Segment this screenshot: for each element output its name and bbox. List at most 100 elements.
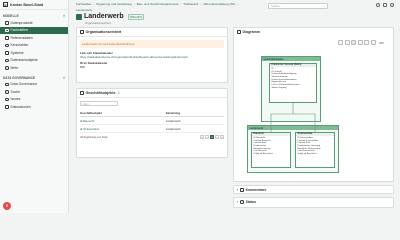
entity-field: Projektstatus <box>253 145 267 147</box>
search-input[interactable]: Suche... ⌕ <box>268 3 328 9</box>
page-button[interactable]: 1 <box>210 135 214 139</box>
chart-icon <box>5 43 9 47</box>
sidebar-item-issues[interactable]: Issues <box>0 96 68 104</box>
status-title: Status <box>245 200 257 204</box>
last-page-button[interactable]: » <box>220 135 224 139</box>
entity-field: Vorstossnummer <box>271 76 288 78</box>
sidebar-item-systeme[interactable]: Systeme <box>0 49 68 57</box>
sidebar-item-datenbankobjekte[interactable]: Datenbankobjekte <box>0 57 68 65</box>
object-link[interactable]: ⊕ Baurecht <box>80 116 166 125</box>
filter-input[interactable]: Filter... <box>80 101 118 106</box>
comments-card[interactable]: › Kommentare <box>233 185 394 194</box>
bell-icon[interactable] <box>376 3 380 7</box>
sidebar-item-label: Diskussionen <box>10 104 31 109</box>
section-models[interactable]: MODELLE ˄ <box>0 10 68 19</box>
status-card[interactable]: › Status <box>233 197 394 208</box>
zoom-in-icon[interactable] <box>370 40 376 45</box>
next-page-button[interactable]: › <box>215 135 219 139</box>
entity-field: Laufzeit Start <box>253 142 267 145</box>
status-header[interactable]: › Status <box>234 198 393 206</box>
diagram-header: Diagramm <box>234 28 393 36</box>
entity-field: Projektstatus Linienzug <box>297 145 321 147</box>
breadcrumb-item[interactable]: Allmendverwaltung (AV) <box>203 2 235 7</box>
first-page-button[interactable]: « <box>200 135 204 139</box>
breadcrumb-item[interactable]: Fachstellen <box>76 2 91 7</box>
database-icon <box>5 58 9 62</box>
page-size-select[interactable]: 20 Ergebnisse pro Seite <box>80 136 108 139</box>
layout-icon[interactable] <box>351 40 356 45</box>
search-icon: ⌕ <box>323 4 325 8</box>
business-objects-title: Geschäftsobjekte <box>85 91 116 95</box>
outer-group-label: Geschäftsobjekte <box>262 57 320 62</box>
business-objects-header: Geschäftsobjekte 3 <box>77 89 227 98</box>
fit-icon[interactable] <box>338 40 343 45</box>
sidebar-item-suche[interactable]: Suche <box>0 88 68 96</box>
sidebar-item-label: Mehr <box>10 65 19 70</box>
diagram-canvas[interactable]: Geschäftsobjekte Politischer Vorstoß (St… <box>237 48 390 178</box>
id-value: 848 <box>80 65 85 69</box>
entity-politischer-vorstoss[interactable]: Politischer Vorstoß (Stein) ID ID Vorsto… <box>269 63 317 103</box>
sidebar-item-datenprodukte[interactable]: Datenprodukte <box>0 19 68 27</box>
breadcrumb-item[interactable]: Landerwerb <box>76 8 92 13</box>
grid-icon[interactable] <box>357 40 363 45</box>
search-placeholder: Suche... <box>271 4 283 8</box>
breadcrumb-item[interactable]: Tiefbauamt <box>183 2 198 7</box>
sidebar-item-data-governance[interactable]: Data Governance <box>0 81 68 89</box>
diagram-title: Diagramm <box>242 30 261 34</box>
entity-field: ID Strassenlinie <box>297 136 313 139</box>
expand-icon[interactable] <box>344 40 350 45</box>
column-header[interactable]: Sammlung <box>165 109 224 117</box>
cube-icon <box>80 91 84 95</box>
collection-cell: Landerwerb <box>165 124 224 133</box>
top-icons <box>376 3 394 7</box>
breadcrumb-item[interactable]: Regierung und Verwaltung <box>96 2 131 7</box>
breadcrumb-item[interactable]: Bau- und Verkehrsdepartement <box>137 2 179 7</box>
entity-strassenlinie[interactable]: Strassenlinie ID Strassenlinie Laufzeit … <box>295 132 335 168</box>
entity-baurecht[interactable]: Baurecht ID Baurecht Laufzeit Baurecht L… <box>251 132 291 168</box>
chat-icon <box>5 105 9 109</box>
brand-name: Kanton Basel-Stadt <box>10 2 44 7</box>
section-governance[interactable]: DATA GOVERNANCE ˄ <box>0 72 68 81</box>
sidebar-item-label: Datenbankobjekte <box>10 58 38 63</box>
logo: B <box>3 2 8 7</box>
sidebar-item-diskussionen[interactable]: Diskussionen <box>0 103 68 111</box>
building-icon <box>76 13 82 20</box>
avatar[interactable]: B <box>3 202 11 210</box>
settings-icon[interactable] <box>383 3 387 7</box>
section-models-label: MODELLE <box>3 14 19 18</box>
business-objects-card: Geschäftsobjekte 3 Filter... Geschäftsob… <box>76 88 228 158</box>
landerwerb-group-label: Landerwerb <box>248 126 338 131</box>
building-icon <box>5 28 9 32</box>
sidebar-item-fachstellen[interactable]: Fachstellen <box>0 26 68 34</box>
prev-page-button[interactable]: ‹ <box>205 135 209 139</box>
search-icon <box>5 90 9 94</box>
comments-header[interactable]: › Kommentare <box>234 186 393 194</box>
sidebar-item-kennzahlen[interactable]: Kennzahlen <box>0 42 68 50</box>
diagram-icon <box>237 30 241 34</box>
entity-field: Link zu Parlamentsbeschluss <box>271 84 300 87</box>
zoom-out-icon[interactable] <box>364 40 369 45</box>
section-governance-label: DATA GOVERNANCE <box>3 75 35 80</box>
column-header[interactable]: Geschäftsobjekt <box>80 109 166 117</box>
org-unit-card-header: Organisationseinheit <box>77 28 227 37</box>
page-subtitle: Organisationseinheit <box>85 21 111 25</box>
status-badge: Öffentlich <box>127 13 145 20</box>
brand[interactable]: B Kanton Basel-Stadt <box>0 0 68 10</box>
table-row[interactable]: ⊕ Baurecht Landerwerb <box>80 116 224 125</box>
entity-field: Gültig ab Beschluss <box>253 153 273 156</box>
sidebar-item-referenzdaten[interactable]: Referenzdaten <box>0 34 68 42</box>
sidebar-item-label: Suche <box>10 89 21 94</box>
sidebar-item-mehr[interactable]: Mehr <box>0 64 68 72</box>
collection-cell: Landerwerb <box>165 116 224 125</box>
sidebar-item-label: Systeme <box>10 50 24 55</box>
staatskalender-link[interactable]: https://staatskalender.bs.ch/organizatio… <box>77 55 227 59</box>
chevron-right-icon: › <box>237 200 239 204</box>
table-row[interactable]: ⊕ Strassenlinie Landerwerb <box>80 124 224 133</box>
user-icon[interactable] <box>390 3 394 7</box>
sidebar: B Kanton Basel-Stadt MODELLE ˄ Datenprod… <box>0 0 69 213</box>
zoom-level: 250 <box>379 40 384 45</box>
page-header: Landerwerb Öffentlich <box>76 13 145 20</box>
object-link[interactable]: ⊕ Strassenlinie <box>80 124 166 133</box>
chevron-down-icon <box>5 66 9 70</box>
sidebar-item-label: Datenprodukte <box>10 20 33 25</box>
